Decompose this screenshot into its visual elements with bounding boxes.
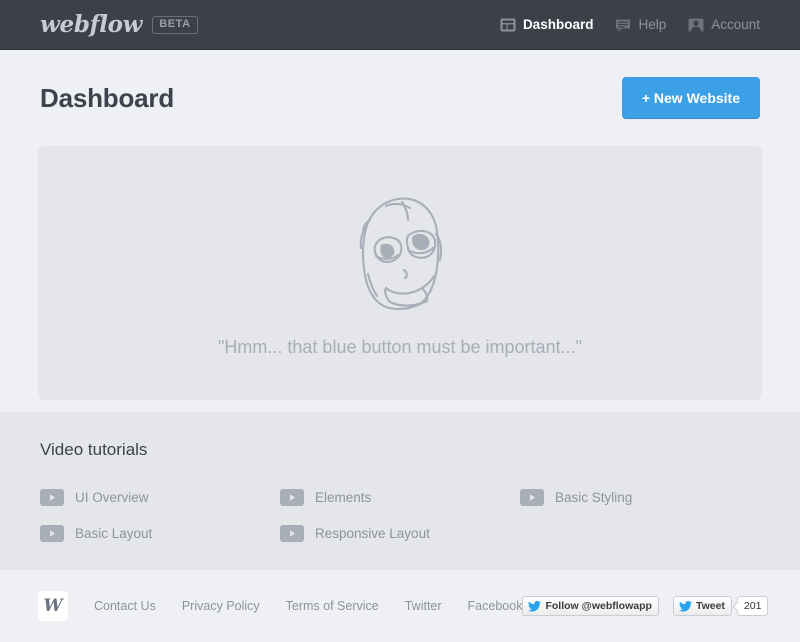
nav-item-account[interactable]: Account bbox=[688, 17, 760, 33]
tutorial-label: Basic Layout bbox=[75, 526, 152, 541]
footer-link-contact-us[interactable]: Contact Us bbox=[94, 599, 156, 613]
speech-bubble-icon bbox=[615, 17, 631, 33]
tutorial-link-basic-styling[interactable]: Basic Styling bbox=[520, 486, 760, 508]
nav-item-help-label: Help bbox=[638, 17, 666, 32]
footer-links: Contact Us Privacy Policy Terms of Servi… bbox=[94, 599, 522, 613]
tweet-button-group: Tweet 201 bbox=[673, 596, 769, 616]
footer-link-twitter[interactable]: Twitter bbox=[405, 599, 442, 613]
footer-webflow-mark[interactable]: W bbox=[38, 591, 68, 621]
webflow-logo: webflow bbox=[40, 11, 142, 38]
tutorial-label: Elements bbox=[315, 490, 371, 505]
play-icon bbox=[40, 525, 64, 542]
top-navigation-bar: webflow BETA Dashboard bbox=[0, 0, 800, 50]
video-tutorials-title: Video tutorials bbox=[40, 440, 760, 460]
hero-empty-state-panel: "Hmm... that blue button must be importa… bbox=[38, 146, 762, 400]
nav-item-dashboard-label: Dashboard bbox=[523, 17, 594, 32]
tweet-count-badge[interactable]: 201 bbox=[737, 596, 769, 616]
beta-badge: BETA bbox=[152, 16, 198, 34]
tweet-label: Tweet bbox=[696, 600, 725, 612]
page-title: Dashboard bbox=[40, 83, 174, 114]
dashboard-page: webflow BETA Dashboard bbox=[0, 0, 800, 642]
play-icon bbox=[280, 489, 304, 506]
nav-item-dashboard[interactable]: Dashboard bbox=[500, 17, 594, 33]
thinking-rage-face-icon bbox=[340, 188, 460, 321]
tweet-button[interactable]: Tweet bbox=[673, 596, 732, 616]
tutorial-label: Responsive Layout bbox=[315, 526, 430, 541]
nav-links: Dashboard Help bbox=[500, 17, 760, 33]
video-tutorials-grid: UI Overview Elements B bbox=[40, 486, 760, 544]
tutorial-link-basic-layout[interactable]: Basic Layout bbox=[40, 522, 280, 544]
nav-item-account-label: Account bbox=[711, 17, 760, 32]
social-buttons: Follow @webflowapp Tweet 201 bbox=[522, 596, 768, 616]
tutorial-label: Basic Styling bbox=[555, 490, 632, 505]
tutorial-label: UI Overview bbox=[75, 490, 149, 505]
twitter-bird-icon bbox=[679, 601, 692, 612]
twitter-bird-icon bbox=[528, 601, 541, 612]
new-website-button[interactable]: + New Website bbox=[622, 77, 760, 119]
hero-quote-text: "Hmm... that blue button must be importa… bbox=[218, 337, 582, 358]
page-header-row: Dashboard + New Website bbox=[0, 50, 800, 146]
play-icon bbox=[520, 489, 544, 506]
twitter-follow-label: Follow @webflowapp bbox=[545, 600, 651, 612]
twitter-follow-button[interactable]: Follow @webflowapp bbox=[522, 596, 658, 616]
footer-link-terms-of-service[interactable]: Terms of Service bbox=[286, 599, 379, 613]
tutorial-link-ui-overview[interactable]: UI Overview bbox=[40, 486, 280, 508]
play-icon bbox=[40, 489, 64, 506]
play-icon bbox=[280, 525, 304, 542]
video-tutorials-section: Video tutorials UI Overview bbox=[0, 412, 800, 570]
brand[interactable]: webflow BETA bbox=[40, 11, 198, 38]
tutorial-link-responsive-layout[interactable]: Responsive Layout bbox=[280, 522, 520, 544]
page-footer: W Contact Us Privacy Policy Terms of Ser… bbox=[0, 570, 800, 642]
tutorial-link-elements[interactable]: Elements bbox=[280, 486, 520, 508]
footer-link-facebook[interactable]: Facebook bbox=[468, 599, 523, 613]
nav-item-help[interactable]: Help bbox=[615, 17, 666, 33]
footer-link-privacy-policy[interactable]: Privacy Policy bbox=[182, 599, 260, 613]
user-avatar-icon bbox=[688, 17, 704, 33]
dashboard-grid-icon bbox=[500, 17, 516, 33]
